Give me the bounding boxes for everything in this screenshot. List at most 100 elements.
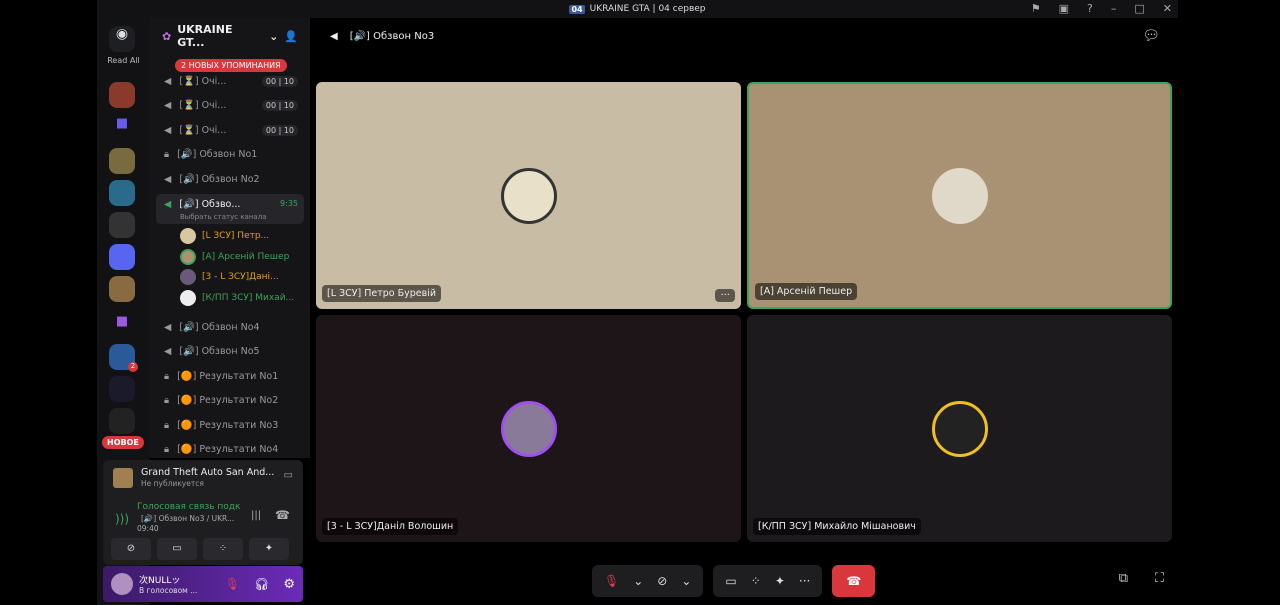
folder-icon[interactable]: ■ [109,116,135,142]
channel-item[interactable]: ◀ [⏳] Очі... 00 | 10 [156,70,304,92]
voice-channel[interactable]: [🔊] Обзвон No3 / UKR... [141,514,234,523]
chevron-down-icon: ⌄ [269,29,279,43]
hang-up-icon: ☎ [846,574,862,588]
activities-button[interactable]: ⁘ [203,538,243,560]
soundboard-icon[interactable]: ✦ [775,574,785,588]
speaker-icon: ◀ [164,321,172,333]
server-icon: ✿ [162,29,172,43]
folder-icon[interactable]: ■ [109,314,135,340]
camera-off-icon[interactable]: ⊘ [657,574,667,588]
title-bar: 04 UKRAINE GTA | 04 сервер ⚑ ▣? – □ ✕ [97,0,1178,18]
new-badge[interactable]: НОВОЕ [102,436,144,449]
screen-share-icon[interactable]: ▭ [725,574,736,588]
video-tile-speaking[interactable]: [A] Арсеній Пешер [747,82,1172,309]
invite-icon[interactable]: 👤 [284,30,298,43]
channel-item-active[interactable]: ◀ [🔊] Обзво... 9:35 Выбрать статус канала [156,194,304,224]
activity-sub: Не публикуется [141,479,204,488]
avatar [180,228,196,244]
speaker-icon: ◀ [164,173,172,185]
screen-share-button[interactable]: ▭ [157,538,197,560]
voice-user[interactable]: [К/ПП ЗСУ] Михай... [180,288,294,308]
mute-icon[interactable]: 🎙︎ [225,577,240,591]
more-icon[interactable]: ··· [715,289,735,302]
stream-game-icon[interactable]: ▭ [284,470,293,481]
video-tile[interactable]: [L ЗСУ] Петро Буревій ··· [316,82,741,309]
settings-icon[interactable]: ⚙ [283,577,295,592]
channel-header: ◀ [🔊] Обзвон No3 💬︎ [310,18,1178,54]
mic-muted-icon[interactable]: 🎙︎ [604,574,619,588]
server-icon[interactable] [109,212,135,238]
server-icon[interactable] [109,148,135,174]
disconnect-button[interactable]: ☎ [832,565,876,597]
noise-suppression-icon[interactable]: ||| [251,510,261,521]
discord-window: 04 UKRAINE GTA | 04 сервер ⚑ ▣? – □ ✕ ◉ Read … [97,0,1178,605]
fullscreen-icon[interactable]: ⛶ [1155,571,1164,586]
server-icon[interactable] [109,82,135,108]
channel-item[interactable]: ◀ [🔊] Обзвон No5 [156,340,304,362]
chevron-down-icon[interactable]: ⌄ [633,574,643,588]
minimize-icon[interactable]: – [1111,2,1117,15]
username: 次NULLッ [139,576,181,586]
server-icon[interactable] [109,244,135,270]
channel-item[interactable]: 🔒︎ [🟠] Результати No3 [156,414,304,436]
voice-user[interactable]: [3 - L ЗСУ]Дані... [180,267,279,287]
voice-user[interactable]: [L ЗСУ] Петр... [180,226,269,246]
voice-status[interactable]: Голосовая связь подк [137,502,240,512]
flag-icon[interactable]: ⚑ [1031,2,1041,15]
close-icon[interactable]: ✕ [1163,2,1172,15]
channel-item[interactable]: ◀ [🔊] Обзвон No4 [156,316,304,338]
participant-name: [A] Арсеній Пешер [755,283,858,300]
server-icon[interactable] [109,376,135,402]
avatar [180,290,196,306]
channel-status[interactable]: Выбрать статус канала [180,213,266,221]
voice-user[interactable]: [A] Арсеній Пешер [180,247,289,267]
read-all-button[interactable]: Read All [97,56,150,65]
channel-item[interactable]: 🔒︎ [🟠] Результати No1 [156,365,304,387]
chat-icon[interactable]: 💬︎ [1142,28,1160,44]
server-icon[interactable] [109,180,135,206]
channel-item[interactable]: 🔒︎ [🟠] Результати No4 [156,438,304,460]
channel-item[interactable]: 🔒︎ [🔊] Обзвон No1 [156,143,304,165]
lock-icon: 🔒︎ [164,443,170,455]
avatar [931,167,988,224]
activities-icon[interactable]: ⁘ [751,574,761,588]
channel-name: [🔊] Обзвон No3 [349,30,435,42]
inbox-icon[interactable]: ▣ [1059,2,1069,15]
maximize-icon[interactable]: □ [1134,2,1144,15]
help-icon[interactable]: ? [1087,2,1093,15]
soundboard-button[interactable]: ✦ [249,538,289,560]
lock-icon: 🔒︎ [164,370,170,382]
more-icon[interactable]: ··· [799,574,810,588]
camera-off-button[interactable]: ⊘ [111,538,151,560]
chevron-down-icon[interactable]: ⌄ [681,574,691,588]
server-icon[interactable] [109,276,135,302]
game-icon [113,468,133,488]
mic-control[interactable]: 🎙︎ ⌄ ⊘ ⌄ [592,565,704,597]
server-icon[interactable]: 2 [109,344,138,372]
avatar [180,269,196,285]
popout-icon[interactable]: ⧉ [1119,571,1128,586]
channel-item[interactable]: 🔒︎ [🟠] Результати No2 [156,389,304,411]
user-status: В голосовом ... [139,586,198,595]
server-header[interactable]: ✿ UKRAINE GT... ⌄ 👤 [150,18,310,54]
user-bar: 次NULLッ В голосовом ... 🎙︎ 🎧︎ ⚙ [103,566,303,602]
channel-item[interactable]: ◀ [⏳] Очі... 00 | 10 [156,94,304,116]
channel-item[interactable]: ◀ [⏳] Очі... 00 | 10 [156,119,304,141]
speaker-icon: ◀ [164,345,172,357]
server-icon[interactable] [109,408,135,434]
video-tile[interactable]: [3 - L ЗСУ]Даніл Волошин [316,315,741,542]
server-name: UKRAINE GT... [177,23,233,49]
server-logo-icon: 04 [569,4,585,14]
video-tile[interactable]: [К/ПП ЗСУ] Михайло Мішанович [747,315,1172,542]
headphones-icon[interactable]: 🎧︎ [254,577,269,591]
discord-home-icon[interactable]: ◉ [109,26,135,52]
channel-item[interactable]: ◀ [🔊] Обзвон No2 [156,168,304,190]
mention-count-badge: 2 [128,362,138,372]
disconnect-icon[interactable]: ☎ [275,508,290,522]
speaker-icon: ◀ [164,99,172,111]
channel-list: ✿ UKRAINE GT... ⌄ 👤 2 НОВЫХ УПОМИНАНИЯ ◀ [⏳]… [150,18,310,458]
avatar[interactable] [111,573,133,595]
speaker-active-icon: ◀ [164,199,172,210]
avatar [500,400,557,457]
signal-icon[interactable]: ))) [115,512,129,526]
